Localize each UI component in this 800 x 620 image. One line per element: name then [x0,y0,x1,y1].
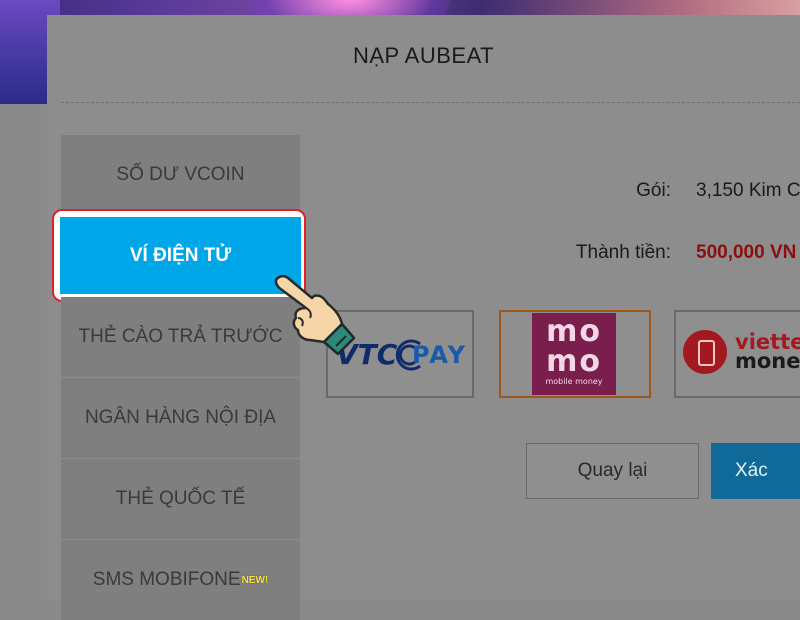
tab-sms-mobifone[interactable]: SMS MOBIFONE NEW! [61,540,300,620]
pointing-hand-icon [274,274,356,356]
momo-line1: mo [546,314,602,349]
tab-domestic-bank[interactable]: NGÂN HÀNG NỘI ĐỊA [61,378,300,458]
confirm-button-label: Xác [735,460,768,481]
momo-line2: mo [546,344,602,379]
package-label: Gói: [636,180,671,201]
tab-e-wallet[interactable]: VÍ ĐIỆN TỬ [60,217,301,294]
vtcpay-text-pay: PAY [412,341,468,369]
total-label: Thành tiền: [575,242,671,263]
tab-label: SỐ DƯ VCOIN [116,164,245,185]
momo-logo: mo mo mobile money [532,313,616,395]
viettel-line2: mone [735,349,800,373]
new-badge: NEW! [241,574,269,586]
tab-vcoin-balance[interactable]: SỐ DƯ VCOIN [61,135,300,215]
package-value: 3,150 Kim C [696,180,800,201]
tab-label: NGÂN HÀNG NỘI ĐỊA [84,407,277,428]
back-button-label: Quay lại [577,460,648,481]
tab-label: SMS MOBIFONE [92,569,241,590]
confirm-button[interactable]: Xác [711,443,800,499]
tab-label: THẺ CÀO TRẢ TRƯỚC [78,326,283,347]
tab-label: VÍ ĐIỆN TỬ [129,244,232,266]
viettel-money-logo [683,330,727,374]
momo-subtitle: mobile money [545,377,603,386]
tab-international-card[interactable]: THẺ QUỐC TẾ [61,459,300,539]
modal-title: NẠP AUBEAT [352,43,495,68]
tab-prepaid-card[interactable]: THẺ CÀO TRẢ TRƯỚC [61,297,300,377]
back-button[interactable]: Quay lại [526,443,699,499]
viettel-money-text: viette mone [735,332,800,373]
total-value: 500,000 VN [696,242,797,263]
tab-label: THẺ QUỐC TẾ [115,488,246,509]
title-divider [61,102,800,103]
